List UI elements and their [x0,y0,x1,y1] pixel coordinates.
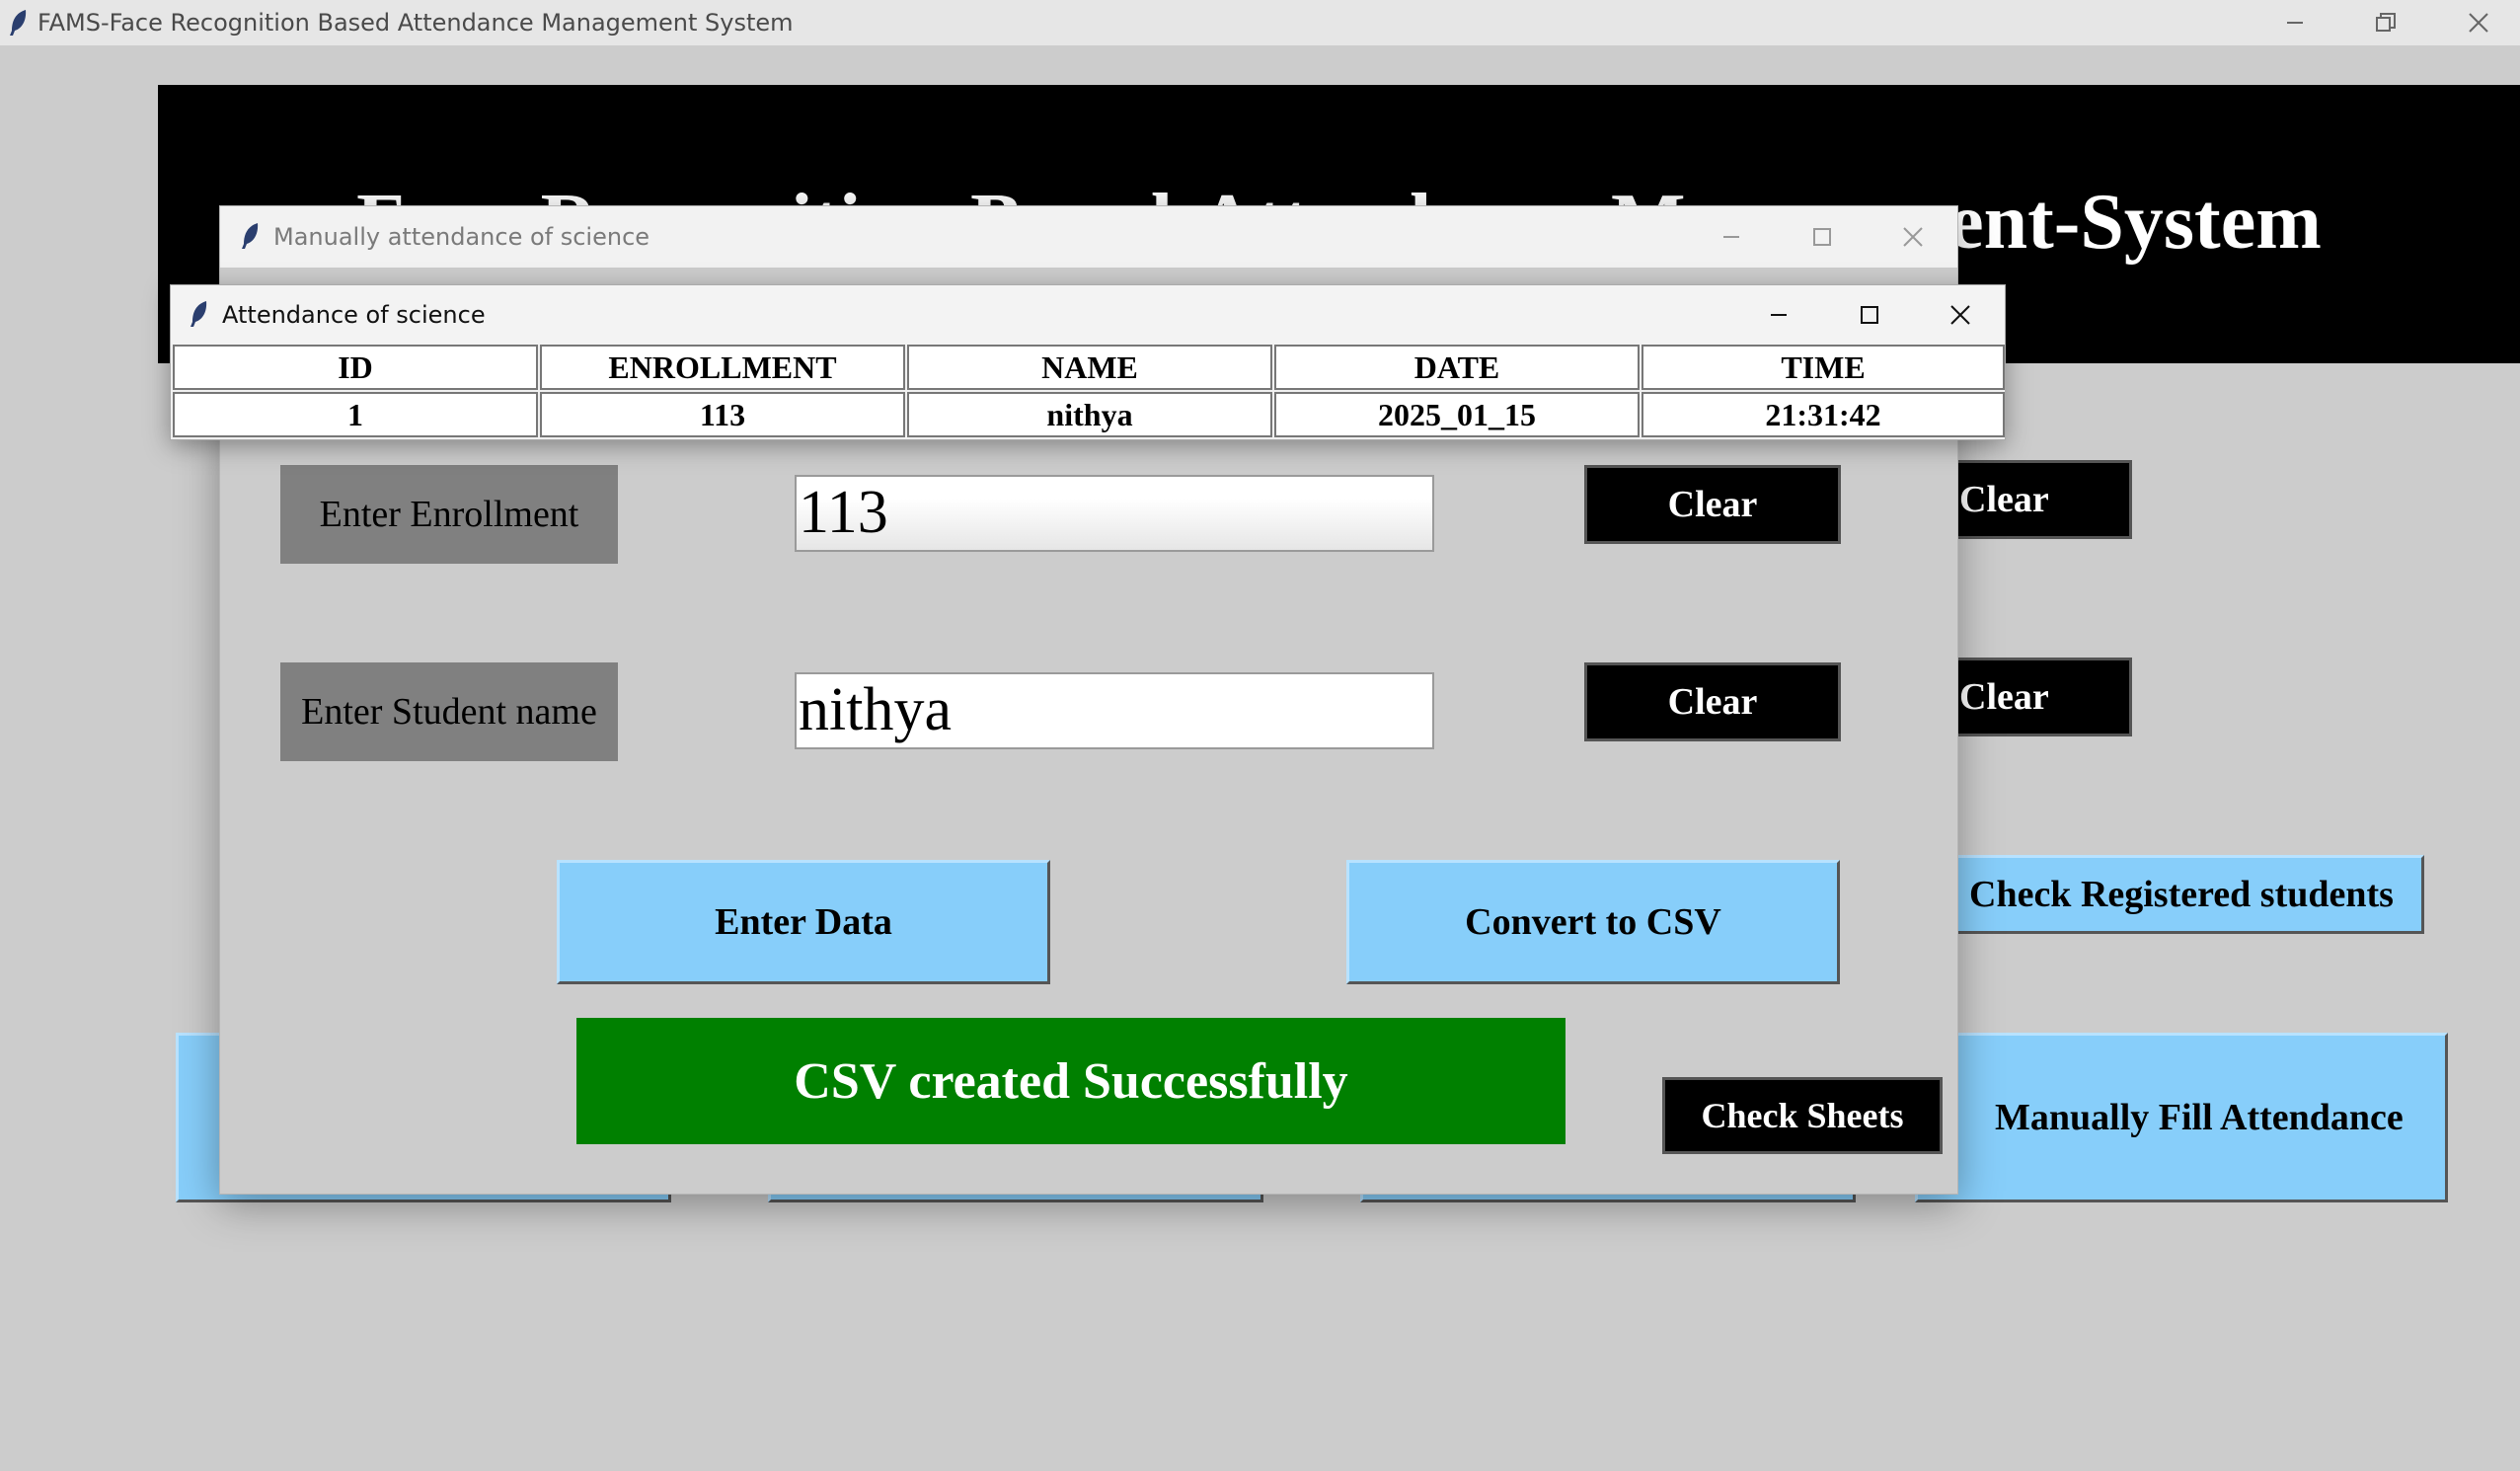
app-feather-icon [8,9,30,42]
table-cell-date: 2025_01_15 [1274,392,1640,437]
table-cell-enrollment: 113 [540,392,905,437]
enrollment-input[interactable]: 113 [795,475,1434,552]
manual-window-titlebar: Manually attendance of science [220,206,1957,268]
column-header-enrollment: ENROLLMENT [540,345,905,390]
convert-to-csv-button[interactable]: Convert to CSV [1346,860,1840,984]
column-header-id: ID [173,345,538,390]
main-restore-icon[interactable] [2341,0,2430,45]
main-window-titlebar: FAMS-Face Recognition Based Attendance M… [0,0,2520,45]
check-registered-students-button[interactable]: Check Registered students [1915,855,2424,934]
main-window-title: FAMS-Face Recognition Based Attendance M… [38,9,794,37]
attendance-maximize-icon[interactable] [1825,285,1914,345]
table-cell-name: nithya [907,392,1272,437]
check-sheets-button[interactable]: Check Sheets [1662,1077,1943,1154]
attendance-window-titlebar: Attendance of science [171,285,2005,345]
clear-enrollment-button[interactable]: Clear [1584,465,1841,544]
attendance-feather-icon [189,300,210,334]
manual-maximize-icon[interactable] [1778,206,1867,268]
manual-minimize-icon[interactable] [1687,206,1776,268]
clear-name-button[interactable]: Clear [1584,662,1841,741]
attendance-close-icon[interactable] [1916,285,2005,345]
table-cell-time: 21:31:42 [1642,392,2005,437]
main-close-icon[interactable] [2434,0,2520,45]
attendance-window-title: Attendance of science [222,301,486,329]
main-minimize-icon[interactable] [2251,0,2339,45]
attendance-table-window: Attendance of science ID ENROLLMENT NAME… [170,284,2006,440]
table-cell-id: 1 [173,392,538,437]
enter-data-button[interactable]: Enter Data [557,860,1050,984]
column-header-date: DATE [1274,345,1640,390]
manual-window-title: Manually attendance of science [273,223,650,251]
manual-feather-icon [240,222,262,256]
column-header-name: NAME [907,345,1272,390]
enrollment-label: Enter Enrollment [280,465,618,564]
student-name-input[interactable]: nithya [795,672,1434,749]
manual-close-icon[interactable] [1869,206,1957,268]
manually-fill-attendance-button[interactable]: Manually Fill Attendance [1915,1033,2448,1202]
csv-status-message: CSV created Successfully [576,1018,1565,1144]
column-header-time: TIME [1642,345,2005,390]
attendance-minimize-icon[interactable] [1734,285,1823,345]
student-name-label: Enter Student name [280,662,618,761]
